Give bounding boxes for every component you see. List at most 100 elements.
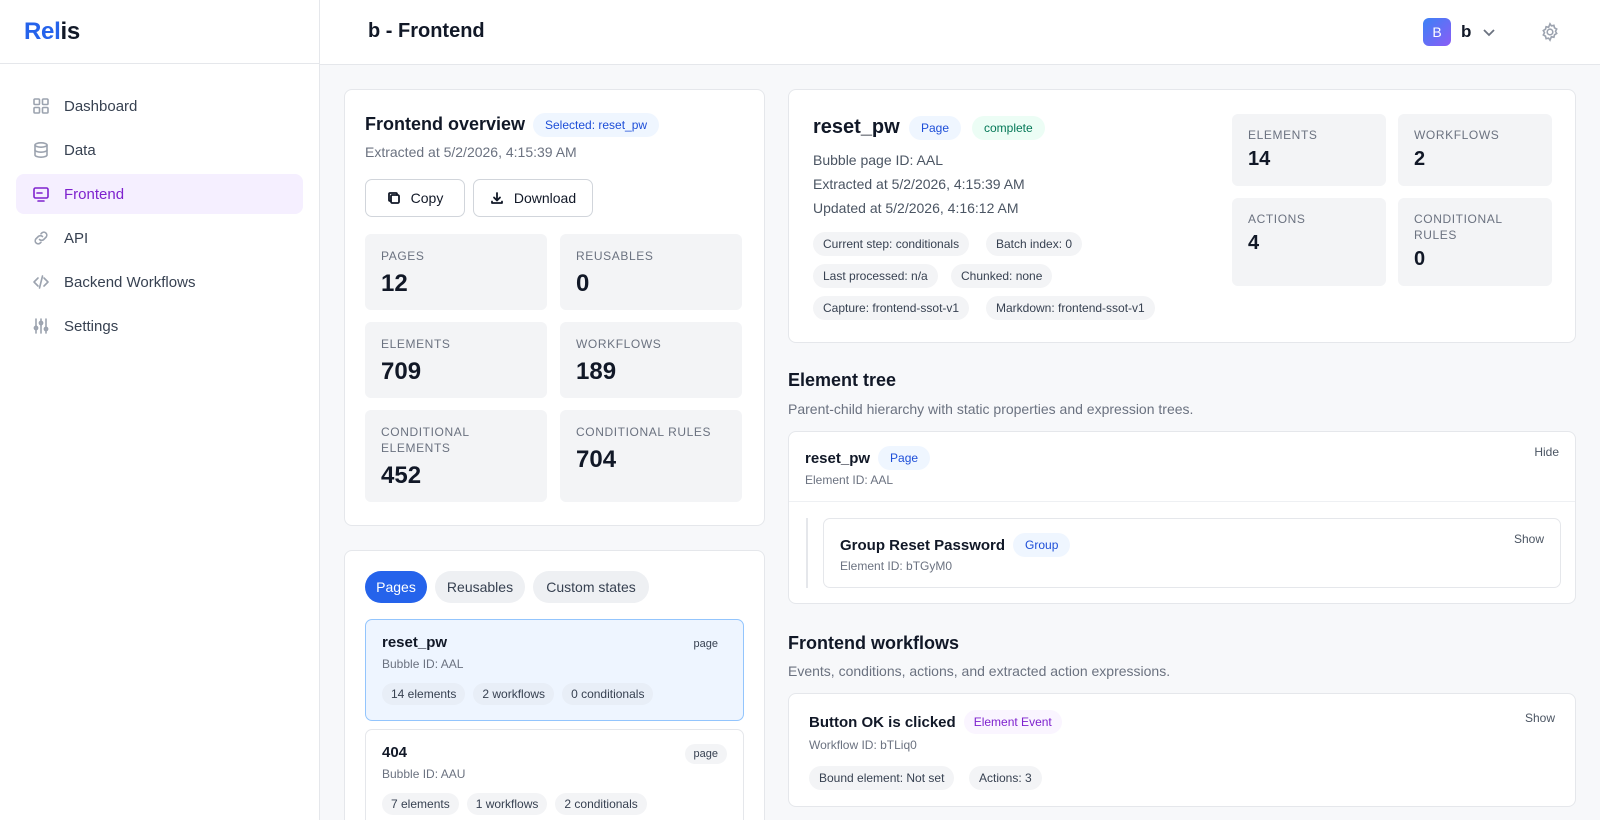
element-tree-title: Element tree	[788, 370, 897, 390]
stat-value: 14	[1248, 148, 1271, 170]
stat-value: 0	[1414, 248, 1426, 270]
download-label: Download	[513, 190, 577, 206]
detail-updated-at: Updated at 5/2/2026, 4:16:12 AM	[813, 200, 1019, 216]
overview-extracted-at: Extracted at 5/2/2026, 4:15:39 AM	[365, 144, 577, 160]
stat-value: 2	[1414, 148, 1426, 170]
hide-button[interactable]: Hide	[1534, 445, 1559, 459]
tree-child-node[interactable]: Group Reset Password Group Element ID: b…	[823, 518, 1561, 588]
tree-child-name: Group Reset Password	[840, 536, 1006, 554]
tab-pages[interactable]: Pages	[365, 571, 427, 603]
detail-stat-actions: ACTIONS 4	[1232, 198, 1386, 286]
copy-button[interactable]: Copy	[365, 179, 465, 217]
show-button[interactable]: Show	[1514, 532, 1544, 546]
chunked-chip: Chunked: none	[951, 264, 1053, 288]
stat-value: 12	[381, 270, 408, 297]
conditionals-count-chip: 0 conditionals	[562, 683, 654, 705]
chevron-down-icon	[1483, 29, 1496, 37]
sidebar-item-frontend[interactable]: Frontend	[16, 174, 303, 214]
top-header: b - Frontend B b	[320, 0, 1600, 65]
user-menu[interactable]: B b	[1423, 18, 1497, 46]
stat-pages: PAGES 12	[365, 234, 547, 310]
brand-part-2: is	[60, 17, 80, 45]
bubble-page-id: Bubble page ID: AAL	[813, 152, 943, 168]
brand-part-1: Rel	[24, 17, 61, 45]
list-item[interactable]: reset_pw Bubble ID: AAL page 14 elements…	[365, 619, 744, 721]
workflows-subtitle: Events, conditions, actions, and extract…	[788, 663, 1171, 679]
sidebar: Rel is Dashboard Data Frontend API Backen…	[0, 0, 320, 820]
conditionals-count-chip: 2 conditionals	[555, 793, 647, 815]
sidebar-item-label: API	[64, 229, 89, 247]
stat-workflows: WORKFLOWS 189	[560, 322, 742, 398]
copy-label: Copy	[410, 190, 444, 206]
stat-label: ELEMENTS	[381, 337, 451, 351]
stat-label: WORKFLOWS	[576, 337, 662, 351]
copy-icon	[387, 192, 400, 204]
bound-element-chip: Bound element: Not set	[809, 766, 955, 790]
actions-count-chip: Actions: 3	[969, 766, 1042, 790]
overview-title: Frontend overview	[365, 114, 526, 134]
markdown-chip: Markdown: frontend-ssot-v1	[986, 296, 1155, 320]
tab-custom-states[interactable]: Custom states	[533, 571, 649, 603]
stat-value: 4	[1248, 232, 1260, 254]
stat-label: REUSABLES	[576, 249, 654, 263]
page-type-badge: page	[693, 638, 718, 650]
detail-stat-workflows: WORKFLOWS 2	[1398, 114, 1552, 186]
user-name: b	[1461, 22, 1472, 41]
sidebar-item-backend-workflows[interactable]: Backend Workflows	[16, 262, 303, 302]
tree-root-badge: Page	[878, 446, 931, 470]
page-title: b - Frontend	[368, 20, 485, 42]
batch-index-chip: Batch index: 0	[986, 232, 1083, 256]
show-button[interactable]: Show	[1525, 711, 1555, 725]
page-bubble-id: Bubble ID: AAL	[382, 657, 464, 671]
stat-label: WORKFLOWS	[1414, 128, 1500, 142]
sidebar-nav: Dashboard Data Frontend API Backend Work…	[0, 64, 319, 346]
tree-root-id: Element ID: AAL	[805, 473, 894, 487]
workflow-name: Button OK is clicked	[809, 713, 956, 731]
stat-label: CONDITIONAL RULES	[576, 425, 712, 439]
stat-label: CONDITIONAL RULES	[1414, 212, 1503, 242]
workflow-id: Workflow ID: bTLiq0	[809, 738, 917, 752]
workflow-header: Button OK is clicked Element Event	[809, 710, 1062, 734]
link-icon	[32, 229, 50, 247]
pages-list-card: Pages Reusables Custom states reset_pw B…	[344, 550, 765, 820]
tree-child-id: Element ID: bTGyM0	[840, 559, 953, 573]
elements-count-chip: 7 elements	[382, 793, 459, 815]
page-name: 404	[382, 744, 408, 761]
list-item[interactable]: 404 Bubble ID: AAU page 7 elements 1 wor…	[365, 729, 744, 820]
status-badge: complete	[972, 116, 1045, 140]
stat-label: ACTIONS	[1248, 212, 1306, 226]
sidebar-item-settings[interactable]: Settings	[16, 306, 303, 346]
gear-icon[interactable]	[1540, 22, 1560, 42]
sidebar-item-dashboard[interactable]: Dashboard	[16, 86, 303, 126]
stat-value: 452	[381, 462, 422, 489]
database-icon	[32, 141, 50, 159]
workflow-event-badge: Element Event	[963, 710, 1062, 734]
divider	[789, 501, 1575, 502]
sidebar-item-label: Data	[64, 141, 96, 159]
page-detail-card: reset_pw Page complete Bubble page ID: A…	[788, 89, 1576, 343]
download-icon	[490, 192, 503, 204]
tab-reusables[interactable]: Reusables	[435, 571, 525, 603]
detail-extracted-at: Extracted at 5/2/2026, 4:15:39 AM	[813, 176, 1025, 192]
stat-elements: ELEMENTS 709	[365, 322, 547, 398]
tree-child-badge: Group	[1013, 533, 1071, 557]
element-tree-subtitle: Parent-child hierarchy with static prope…	[788, 401, 1194, 417]
page-chips: 7 elements 1 workflows 2 conditionals	[382, 793, 647, 815]
detail-stat-conditional-rules: CONDITIONAL RULES 0	[1398, 198, 1552, 286]
sidebar-item-data[interactable]: Data	[16, 130, 303, 170]
capture-chip: Capture: frontend-ssot-v1	[813, 296, 970, 320]
stat-conditional-rules: CONDITIONAL RULES 704	[560, 410, 742, 502]
tree-child-header: Group Reset Password Group	[840, 533, 1071, 557]
brand-logo[interactable]: Rel is	[0, 0, 319, 64]
code-icon	[32, 273, 50, 291]
workflow-card[interactable]: Button OK is clicked Element Event Workf…	[788, 693, 1576, 807]
detail-page-name: reset_pw	[813, 116, 900, 138]
last-processed-chip: Last processed: n/a	[813, 264, 938, 288]
stat-label: CONDITIONAL ELEMENTS	[381, 425, 470, 455]
download-button[interactable]: Download	[473, 179, 593, 217]
page-kind-badge: Page	[909, 116, 962, 140]
stat-conditional-elements: CONDITIONAL ELEMENTS 452	[365, 410, 547, 502]
sidebar-item-label: Dashboard	[64, 97, 138, 115]
stat-label: ELEMENTS	[1248, 128, 1318, 142]
sidebar-item-api[interactable]: API	[16, 218, 303, 258]
